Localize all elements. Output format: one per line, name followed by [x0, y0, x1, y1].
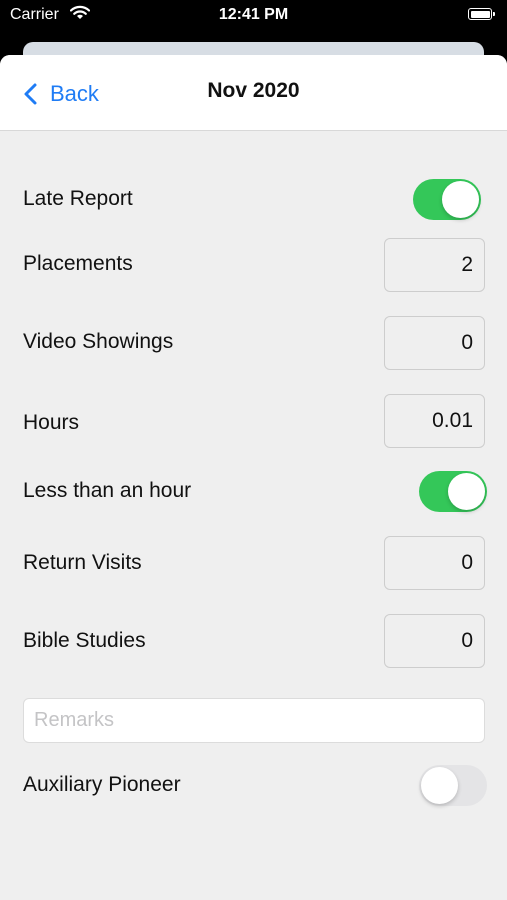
- hours-label: Hours: [23, 411, 80, 434]
- placements-field[interactable]: 2: [384, 238, 485, 292]
- auxiliary-pioneer-label: Auxiliary Pioneer: [23, 773, 181, 796]
- status-time: 12:41 PM: [218, 6, 289, 23]
- placements-label: Placements: [23, 252, 133, 275]
- late-report-label: Late Report: [23, 187, 133, 210]
- return-visits-label: Return Visits: [23, 551, 142, 574]
- page-title: Nov 2020: [207, 79, 300, 102]
- return-visits-field[interactable]: 0: [384, 536, 485, 590]
- navigation-bar: Back Nov 2020: [0, 55, 507, 131]
- less-than-hour-label: Less than an hour: [23, 479, 192, 502]
- bible-studies-field[interactable]: 0: [384, 614, 485, 668]
- modal-sheet: Back Nov 2020 Late Report Placements 2 V…: [0, 55, 507, 900]
- remarks-input[interactable]: [23, 698, 485, 743]
- battery-icon: [468, 8, 495, 20]
- less-than-hour-toggle[interactable]: [419, 471, 487, 512]
- status-bar: Carrier 12:41 PM: [0, 0, 507, 34]
- video-showings-field[interactable]: 0: [384, 316, 485, 370]
- hours-field[interactable]: 0.01: [384, 394, 485, 448]
- bible-studies-label: Bible Studies: [23, 629, 146, 652]
- video-showings-label: Video Showings: [23, 330, 174, 353]
- late-report-toggle[interactable]: [413, 179, 481, 220]
- auxiliary-pioneer-toggle[interactable]: [419, 765, 487, 806]
